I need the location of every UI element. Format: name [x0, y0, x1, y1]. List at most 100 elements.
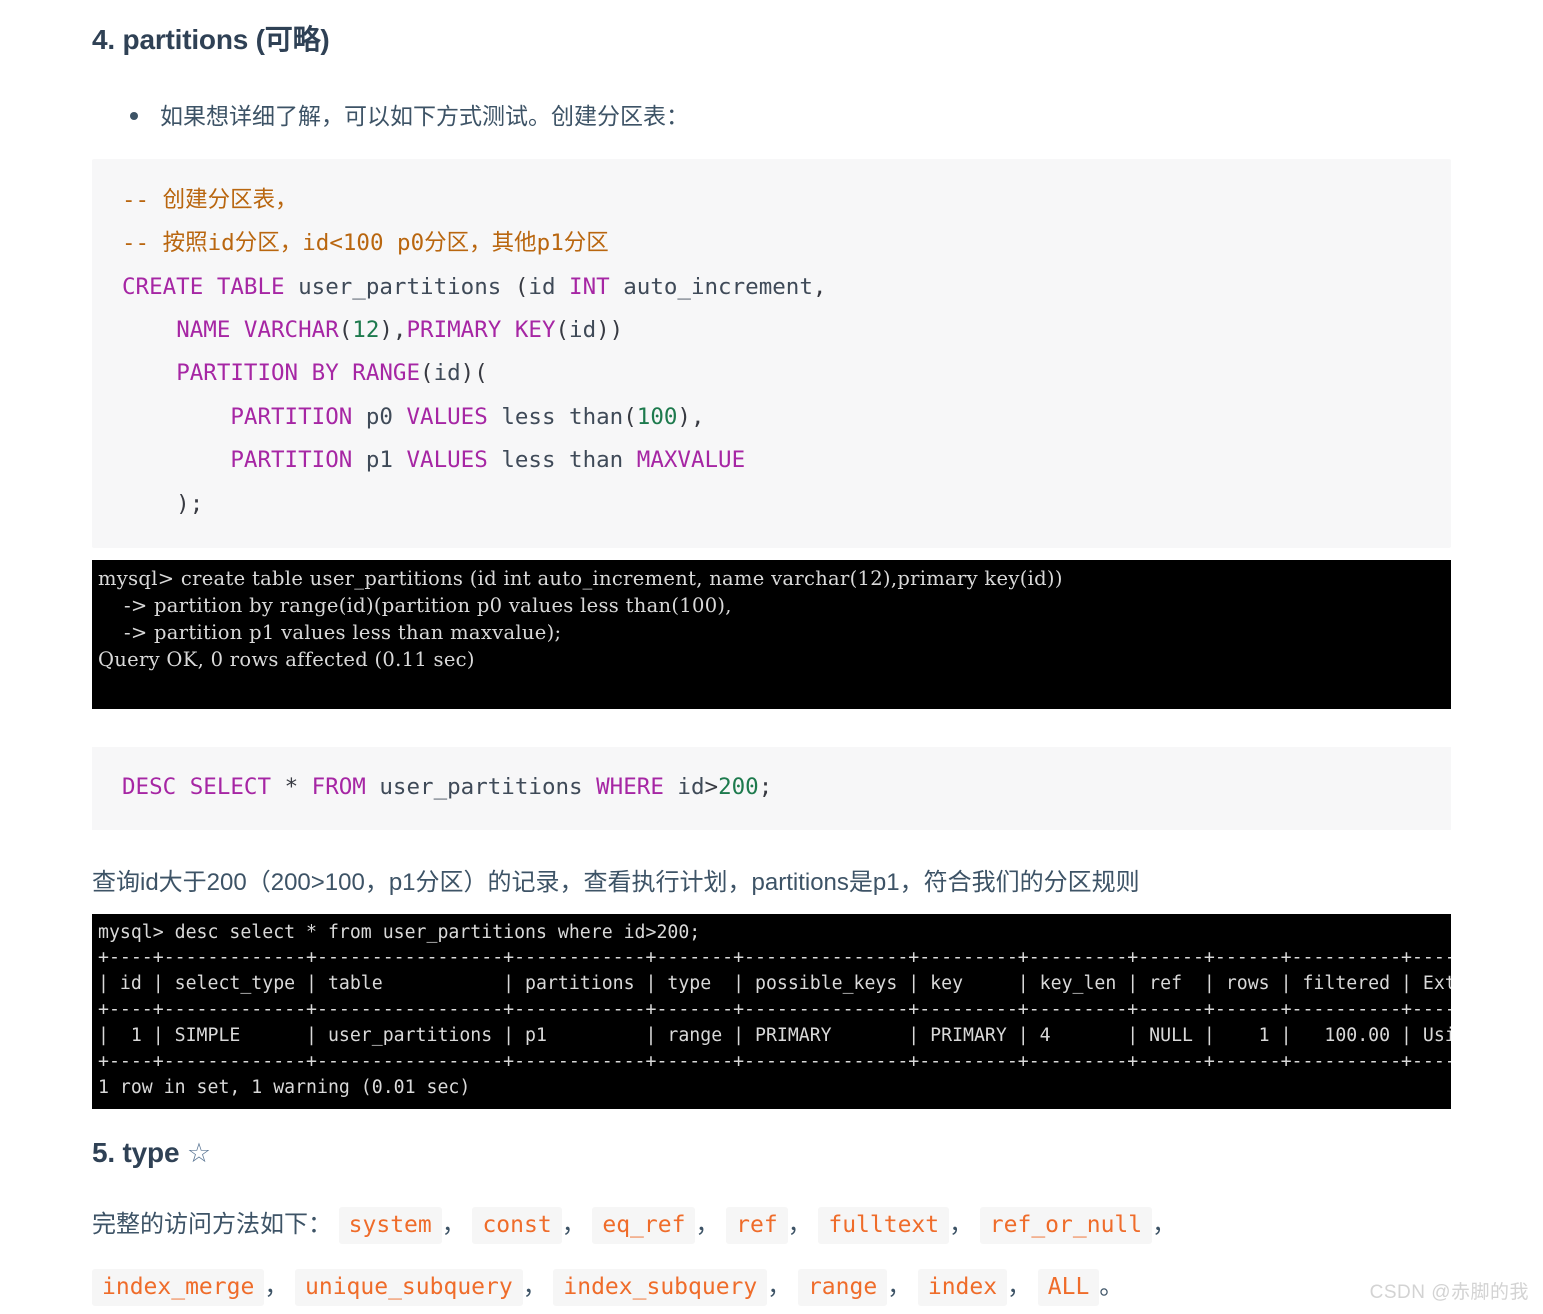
inline-code-unique-subquery: unique_subquery	[295, 1268, 523, 1306]
code-token: -- 按照id分区，id<100 p0分区，其他p1分区	[122, 230, 609, 257]
code-token: *	[284, 773, 299, 800]
code-token: id	[677, 773, 705, 800]
code-token: id	[528, 273, 556, 300]
code-token: NAME	[176, 317, 231, 344]
inline-code-index-subquery: index_subquery	[553, 1268, 768, 1306]
type-values-paragraph-2: index_merge， unique_subquery， index_subq…	[0, 1263, 1543, 1311]
code-token: less	[501, 447, 556, 474]
separator: ，	[887, 1272, 912, 1300]
type-values-paragraph: 完整的访问方法如下： system， const， eq_ref， ref， f…	[0, 1201, 1543, 1249]
inline-code-range: range	[797, 1268, 888, 1306]
inline-code-ref-or-null: ref_or_null	[979, 1206, 1153, 1244]
terminal-line: Query OK, 0 rows affected (0.11 sec)	[98, 647, 475, 671]
terminal-line: | 1 | SIMPLE | user_partitions | p1 | ra…	[98, 1025, 1451, 1047]
code-token: TABLE	[216, 273, 285, 300]
separator: ，	[787, 1210, 812, 1238]
type-intro-label: 完整的访问方法如下：	[92, 1210, 332, 1238]
separator: ，	[695, 1210, 720, 1238]
inline-code-system: system	[338, 1206, 442, 1244]
star-icon: ☆	[186, 1137, 211, 1168]
code-token: less	[501, 403, 556, 430]
code-line: CREATE TABLE user_partitions (id INT aut…	[92, 266, 1451, 309]
separator: ，	[264, 1272, 289, 1300]
separator: ，	[767, 1272, 792, 1300]
terminal-output-create-table: mysql> create table user_partitions (id …	[92, 560, 1451, 709]
code-token: ))	[596, 317, 624, 344]
code-token: -- 创建分区表，	[122, 186, 298, 213]
code-token: PRIMARY	[406, 317, 502, 344]
code-line: PARTITION BY RANGE(id)(	[92, 352, 1451, 395]
code-token: CREATE	[122, 273, 204, 300]
code-token: id	[569, 317, 597, 344]
terminal-line: | id | select_type | table | partitions …	[98, 973, 1451, 995]
code-token: 12	[352, 317, 380, 344]
separator: ，	[561, 1210, 586, 1238]
code-token: p0	[365, 403, 393, 430]
bullet-dot-icon	[130, 112, 138, 120]
separator: 。	[1099, 1272, 1124, 1300]
list-item: 如果想详细了解，可以如下方式测试。创建分区表：	[0, 98, 1543, 135]
code-line: NAME VARCHAR(12),PRIMARY KEY(id))	[92, 309, 1451, 352]
code-token: FROM	[311, 773, 366, 800]
code-block-desc-select: DESC SELECT * FROM user_partitions WHERE…	[92, 746, 1451, 831]
terminal-line: mysql> create table user_partitions (id …	[98, 567, 1063, 591]
code-token: );	[122, 490, 204, 517]
code-token: VALUES	[406, 447, 488, 474]
separator: ，	[441, 1210, 466, 1238]
page-title-type: 5. type ☆	[0, 1109, 1543, 1169]
separator: ，	[1152, 1210, 1177, 1238]
code-token: (	[420, 360, 434, 387]
code-token: ;	[758, 773, 773, 800]
code-token: PARTITION	[176, 360, 299, 387]
code-token: VALUES	[406, 403, 488, 430]
inline-code-ref: ref	[726, 1206, 788, 1244]
code-token: p1	[365, 447, 393, 474]
terminal-line: +----+-------------+-----------------+--…	[98, 1050, 1451, 1072]
code-token: WHERE	[596, 773, 664, 800]
inline-code-index: index	[917, 1268, 1008, 1306]
terminal-line: mysql> desc select * from user_partition…	[98, 921, 701, 943]
separator: ，	[1007, 1272, 1032, 1300]
section-title-4: partitions (可略)	[122, 24, 330, 55]
csdn-watermark: CSDN @赤脚的我	[1369, 1282, 1529, 1303]
code-token: BY	[311, 360, 339, 387]
code-token: user_partitions	[298, 273, 502, 300]
bullet-list: 如果想详细了解，可以如下方式测试。创建分区表：	[0, 98, 1543, 135]
code-token: KEY	[514, 317, 556, 344]
code-token: than	[569, 447, 624, 474]
inline-code-fulltext: fulltext	[818, 1206, 950, 1244]
inline-code-const: const	[472, 1206, 562, 1244]
terminal-line: 1 row in set, 1 warning (0.01 sec)	[98, 1076, 471, 1098]
code-token: (	[501, 273, 529, 300]
code-token: ),	[379, 317, 407, 344]
code-token: VARCHAR	[243, 317, 339, 344]
code-token: >	[704, 773, 719, 800]
code-token: ),	[677, 403, 705, 430]
code-line: -- 创建分区表，	[92, 179, 1451, 222]
code-token: ,	[812, 273, 827, 300]
document-page: 4. partitions (可略) 如果想详细了解，可以如下方式测试。创建分区…	[0, 0, 1543, 1314]
inline-code-ALL: ALL	[1037, 1268, 1100, 1306]
code-token: than	[569, 403, 624, 430]
